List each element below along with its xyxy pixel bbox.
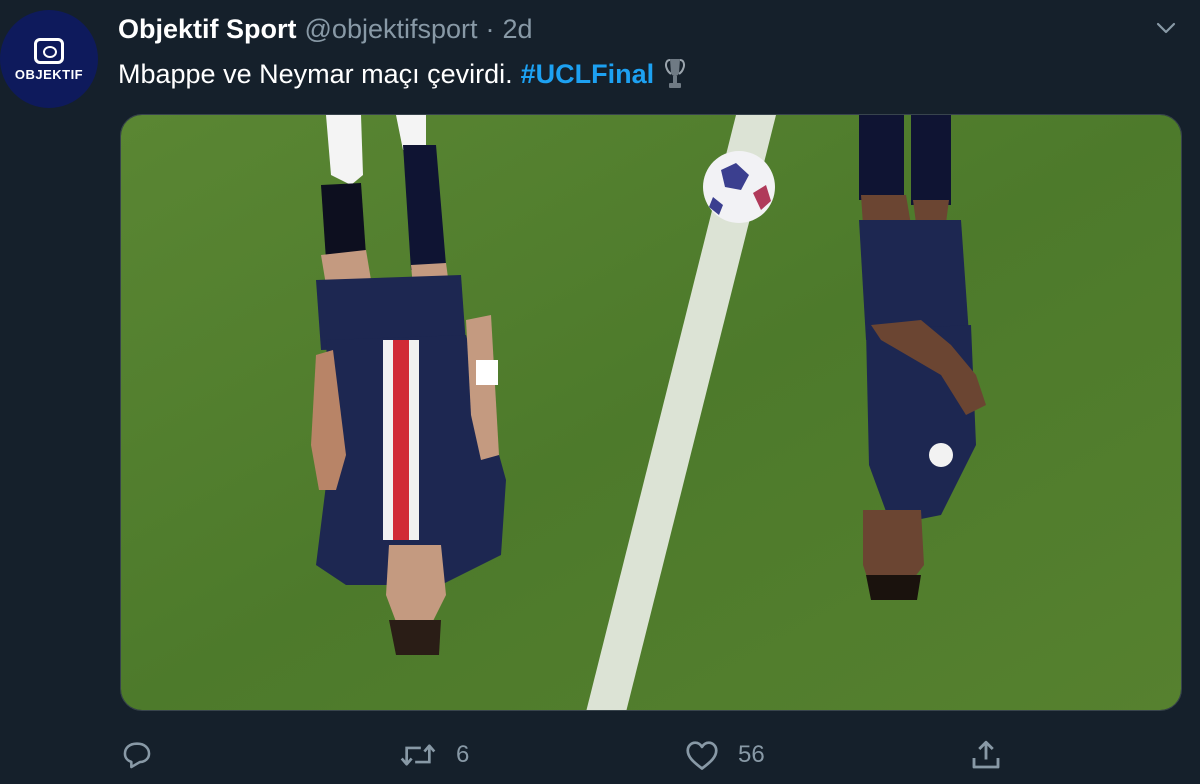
more-options-button[interactable] [1152, 14, 1180, 42]
avatar[interactable]: OBJEKTIF [0, 10, 98, 108]
upside-down-players-photo [121, 115, 1181, 710]
retweet-icon [400, 744, 436, 766]
tweet-text: Mbappe ve Neymar maçı çevirdi. #UCLFinal [118, 56, 688, 92]
tweet-image[interactable] [120, 114, 1182, 711]
hashtag-link[interactable]: #UCLFinal [521, 59, 655, 90]
timestamp[interactable]: 2d [503, 14, 533, 45]
separator-dot: · [485, 13, 495, 44]
chevron-down-icon [1156, 22, 1176, 34]
like-count: 56 [738, 741, 765, 768]
retweet-button[interactable]: 6 [398, 730, 469, 780]
action-bar: 6 56 [0, 730, 1200, 780]
user-handle[interactable]: @objektifsport [305, 14, 478, 45]
tweet-header: Objektif Sport @objektifsport · 2d [118, 12, 533, 46]
like-button[interactable]: 56 [684, 730, 765, 780]
tweet-body: Mbappe ve Neymar maçı çevirdi. [118, 58, 513, 89]
display-name[interactable]: Objektif Sport [118, 14, 297, 45]
reply-button[interactable] [120, 730, 154, 780]
objektif-logo-icon [34, 37, 64, 64]
ball-icon [703, 151, 775, 223]
tweet-card[interactable]: OBJEKTIF Objektif Sport @objektifsport ·… [0, 0, 1200, 784]
avatar-logo-text: OBJEKTIF [14, 66, 84, 82]
heart-icon [686, 741, 718, 770]
retweet-count: 6 [456, 741, 470, 768]
reply-icon [123, 742, 151, 769]
share-button[interactable] [968, 730, 1004, 780]
ucl-trophy-icon [665, 59, 686, 88]
share-icon [972, 740, 1000, 769]
